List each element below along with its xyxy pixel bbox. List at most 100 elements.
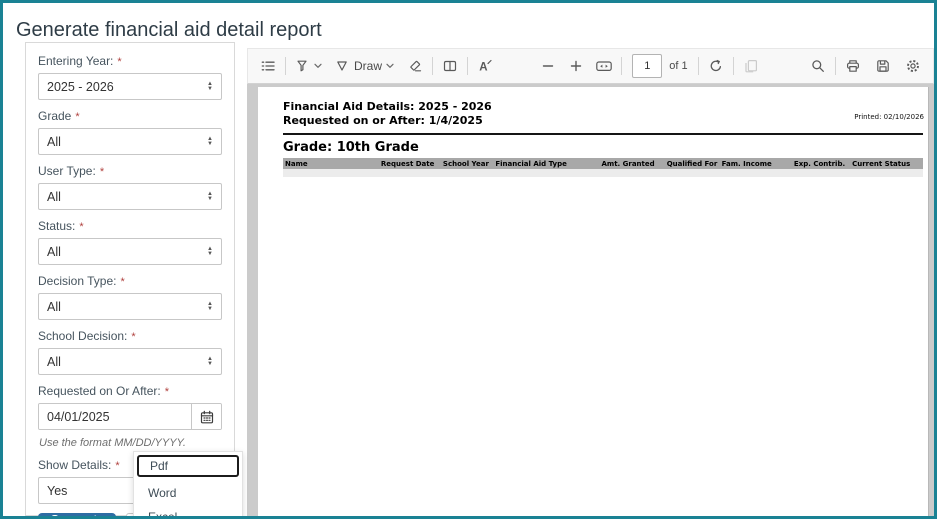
column-header: Qualified For: [666, 159, 718, 168]
book-view-icon: [443, 60, 457, 72]
svg-text:A: A: [479, 62, 487, 74]
required-marker: *: [117, 56, 122, 68]
generate-report-button[interactable]: Generate Report: [38, 513, 117, 516]
chevron-down-icon: [314, 63, 322, 68]
print-button[interactable]: [842, 52, 864, 80]
settings-button[interactable]: [902, 52, 924, 80]
required-marker: *: [164, 386, 170, 398]
required-marker: *: [115, 460, 120, 472]
export-menu-item-word[interactable]: Word: [134, 481, 242, 505]
user-type-label: User Type:: [38, 164, 96, 178]
column-header: Current Status: [852, 159, 911, 168]
app-window: Generate financial aid detail report Ent…: [0, 0, 937, 519]
required-marker: *: [99, 166, 105, 178]
field-status: Status: * All ▲ ▼: [38, 219, 222, 265]
school-decision-label: School Decision:: [38, 329, 128, 343]
pdf-toolbar: Draw A 1 of 1: [247, 48, 934, 84]
save-button[interactable]: [872, 52, 894, 80]
user-type-select[interactable]: All ▲ ▼: [38, 183, 222, 210]
export-menu: Pdf Word Excel: [133, 451, 243, 516]
field-school-decision: School Decision: * All ▲ ▼: [38, 329, 222, 375]
fit-width-button[interactable]: [593, 52, 615, 80]
select-arrows-icon: ▲▼: [207, 80, 213, 92]
school-decision-select[interactable]: All ▲ ▼: [38, 348, 222, 375]
document-subtitle: Requested on or After: 1/4/2025: [283, 114, 483, 127]
grade-select[interactable]: All ▲ ▼: [38, 128, 222, 155]
field-requested-date: Requested on Or After: *: [38, 384, 222, 430]
organize-pages-button: [740, 52, 762, 80]
school-decision-value: All: [47, 354, 61, 369]
date-format-helper: Use the format MM/DD/YYYY.: [39, 437, 186, 449]
toolbar-separator: [697, 57, 699, 75]
select-arrows-icon: ▲▼: [207, 135, 213, 147]
required-marker: *: [79, 221, 84, 233]
field-grade: Grade * All ▲ ▼: [38, 109, 222, 155]
status-value: All: [47, 244, 61, 259]
draw-icon: [337, 61, 347, 71]
calendar-icon: [200, 410, 213, 423]
pdf-viewer-canvas[interactable]: Financial Aid Details: 2025 - 2026 Reque…: [247, 84, 934, 516]
zoom-in-button[interactable]: [565, 52, 587, 80]
export-menu-item-excel[interactable]: Excel: [134, 505, 242, 516]
decision-type-select[interactable]: All ▲ ▼: [38, 293, 222, 320]
table-header-row: Name Request Date School Year Financial …: [283, 158, 923, 169]
toolbar-separator: [835, 57, 836, 75]
show-details-value: Yes: [47, 483, 68, 498]
column-header: School Year: [442, 159, 489, 168]
page-number-input[interactable]: [632, 54, 663, 78]
draw-button[interactable]: Draw: [332, 52, 396, 80]
column-header: Fam. Income: [721, 159, 772, 168]
pdf-page: Financial Aid Details: 2025 - 2026 Reque…: [258, 87, 929, 516]
required-marker: *: [131, 331, 136, 343]
outline-icon: [261, 61, 275, 71]
search-icon: [812, 60, 824, 72]
rotate-button[interactable]: [705, 52, 727, 80]
decision-type-label: Decision Type:: [38, 274, 117, 288]
zoom-out-button[interactable]: [537, 52, 559, 80]
requested-date-label: Requested on Or After:: [38, 384, 161, 398]
search-button[interactable]: [807, 52, 829, 80]
export-menu-item-pdf[interactable]: Pdf: [137, 455, 239, 477]
status-select[interactable]: All ▲ ▼: [38, 238, 222, 265]
calendar-button[interactable]: [191, 404, 221, 429]
select-arrows-icon: ▲▼: [207, 300, 213, 312]
column-header: Amt. Granted: [601, 159, 655, 168]
highlighter-icon: [297, 60, 307, 72]
entering-year-label: Entering Year:: [38, 54, 114, 68]
entering-year-select[interactable]: 2025 - 2026 ▲ ▼: [38, 73, 222, 100]
entering-year-value: 2025 - 2026: [47, 79, 114, 94]
chevron-down-icon: [386, 63, 394, 68]
text-select-button[interactable]: A: [474, 52, 496, 80]
report-form-panel: Entering Year: * 2025 - 2026 ▲ ▼ Grade * …: [25, 42, 243, 516]
toolbar-separator: [285, 57, 286, 75]
toolbar-separator: [432, 57, 434, 75]
select-arrows-icon: ▲▼: [207, 245, 213, 257]
status-label: Status:: [38, 219, 76, 233]
toolbar-separator: [467, 57, 469, 75]
required-marker: *: [120, 276, 125, 288]
save-icon: [877, 60, 889, 72]
organize-pages-icon: [745, 59, 757, 73]
fit-width-icon: [596, 61, 613, 71]
text-select-icon: A: [479, 59, 492, 74]
requested-date-input[interactable]: [39, 404, 191, 429]
field-user-type: User Type: * All ▲ ▼: [38, 164, 222, 210]
zoom-out-icon: [543, 65, 554, 67]
eraser-icon: [410, 60, 422, 72]
column-header: Exp. Contrib.: [793, 159, 846, 168]
eraser-button[interactable]: [404, 52, 426, 80]
document-divider: [283, 133, 923, 135]
select-arrows-icon: ▲▼: [207, 355, 213, 367]
field-entering-year: Entering Year: * 2025 - 2026 ▲ ▼: [38, 54, 222, 100]
document-title: Financial Aid Details: 2025 - 2026: [283, 100, 492, 113]
book-view-button[interactable]: [439, 52, 461, 80]
field-decision-type: Decision Type: * All ▲ ▼: [38, 274, 222, 320]
outline-button[interactable]: [257, 52, 279, 80]
user-type-value: All: [47, 189, 61, 204]
grade-label: Grade: [38, 109, 72, 123]
highlighter-button[interactable]: [292, 52, 324, 80]
empty-table-row: [283, 169, 923, 177]
rotate-icon: [710, 59, 721, 72]
grade-section-heading: Grade: 10th Grade: [283, 140, 419, 155]
page-title: Generate financial aid detail report: [16, 19, 322, 42]
